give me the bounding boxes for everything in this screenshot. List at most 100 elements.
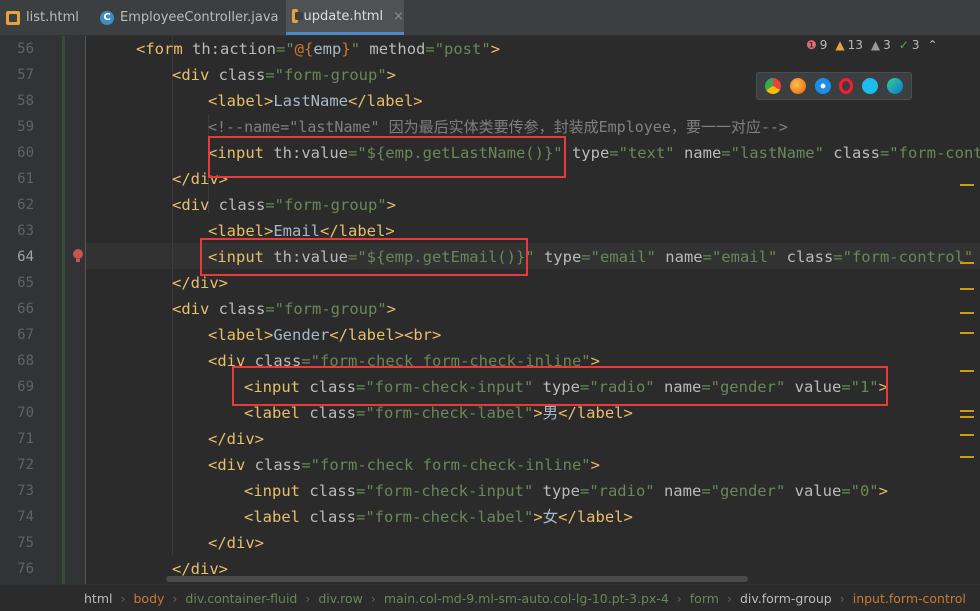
value: =" bbox=[276, 40, 295, 58]
inspection-widget[interactable]: ❶9 ▲ 13 ▲ 3 ✓ 3 ⌃ bbox=[806, 36, 938, 54]
line-number: 65 bbox=[17, 275, 34, 291]
attr: name bbox=[674, 144, 722, 162]
line-number: 56 bbox=[17, 41, 34, 57]
tab-update-html[interactable]: update.html × bbox=[286, 0, 404, 35]
tab-employee-controller[interactable]: C EmployeeController.java bbox=[94, 0, 284, 35]
code-line-74: <label class="form-check-label">女</label… bbox=[244, 504, 633, 530]
error-lightbulb-icon[interactable] bbox=[72, 248, 84, 264]
attr: class bbox=[218, 300, 266, 318]
code-line-62: <div class="form-group"> bbox=[172, 192, 396, 218]
attr: class bbox=[309, 404, 356, 422]
tab-list-html[interactable]: list.html bbox=[0, 0, 92, 35]
tag: > bbox=[533, 404, 543, 422]
value: ="form-group" bbox=[265, 196, 387, 214]
tag: <label bbox=[244, 508, 310, 526]
tag: > bbox=[386, 66, 397, 84]
html-file-icon bbox=[292, 9, 303, 23]
breadcrumb-item[interactable]: form bbox=[690, 591, 719, 606]
value: ="form-group" bbox=[265, 66, 387, 84]
warning-count: ▲ 13 bbox=[835, 38, 863, 52]
breadcrumb-item[interactable]: body bbox=[133, 591, 164, 606]
code-line-71: </div> bbox=[208, 430, 264, 448]
attr: type bbox=[562, 144, 610, 162]
value: ="post" bbox=[425, 40, 491, 58]
line-number: 70 bbox=[17, 405, 34, 421]
editor-tab-bar: list.html C EmployeeController.java upda… bbox=[0, 0, 980, 36]
edge-icon[interactable] bbox=[886, 78, 903, 94]
value: ="lastName" bbox=[721, 144, 824, 162]
line-number: 74 bbox=[17, 509, 34, 525]
warning-marker[interactable] bbox=[960, 262, 974, 264]
breadcrumb-item[interactable]: input.form-control bbox=[853, 591, 966, 606]
line-number: 59 bbox=[17, 119, 34, 135]
value: ="0" bbox=[841, 482, 879, 500]
ie-icon[interactable] bbox=[861, 78, 878, 94]
attr: class bbox=[823, 144, 880, 162]
line-number: 62 bbox=[17, 197, 34, 213]
tag: <input bbox=[244, 482, 310, 500]
expr: @{ bbox=[294, 40, 314, 58]
value: ="form-control" bbox=[833, 248, 974, 266]
tag: > bbox=[533, 508, 543, 526]
code-line-56: <form th:action="@{emp}" method="post"> bbox=[136, 36, 500, 62]
tag: <label bbox=[244, 404, 310, 422]
code-area[interactable]: <form th:action="@{emp}" method="post"> … bbox=[100, 36, 980, 584]
attr: name bbox=[655, 248, 703, 266]
attr: value bbox=[785, 482, 842, 500]
tag: > bbox=[490, 40, 501, 58]
weak-warning-count: ▲ 3 bbox=[870, 38, 891, 52]
chevron-up-icon[interactable]: ⌃ bbox=[928, 38, 938, 52]
value: ="gender" bbox=[701, 482, 786, 500]
opera-icon[interactable] bbox=[839, 78, 854, 94]
warning-marker[interactable] bbox=[960, 416, 974, 418]
error-count: ❶9 bbox=[806, 38, 828, 52]
value: " bbox=[350, 40, 361, 58]
tag: <div bbox=[172, 300, 219, 318]
breadcrumb-item[interactable]: html bbox=[84, 591, 112, 606]
attr: name bbox=[654, 482, 702, 500]
code-line-57: <div class="form-group"> bbox=[172, 62, 396, 88]
warning-marker[interactable] bbox=[960, 332, 974, 334]
tag: </label> bbox=[558, 404, 633, 422]
line-number: 75 bbox=[17, 535, 34, 551]
breadcrumb-item[interactable]: div.row bbox=[318, 591, 363, 606]
line-number: 66 bbox=[17, 301, 34, 317]
value: ="form-check-label" bbox=[356, 404, 534, 422]
error-stripe[interactable] bbox=[960, 36, 980, 584]
warning-marker[interactable] bbox=[960, 410, 974, 412]
tag: </label><br> bbox=[329, 326, 442, 344]
open-in-browser-toolbar bbox=[756, 72, 912, 100]
warning-marker[interactable] bbox=[960, 312, 974, 314]
tag: > bbox=[386, 196, 397, 214]
attr: type bbox=[534, 248, 582, 266]
tag: > bbox=[590, 456, 600, 474]
code-editor[interactable]: 56 57 58 59 60 61 62 63 64 65 66 67 68 6… bbox=[0, 36, 980, 584]
line-number: 67 bbox=[17, 327, 34, 343]
value: ="form-check form-check-inline" bbox=[301, 456, 591, 474]
firefox-icon[interactable] bbox=[789, 78, 806, 94]
safari-icon[interactable] bbox=[814, 78, 831, 94]
chrome-icon[interactable] bbox=[765, 78, 782, 94]
highlight-box-line-69 bbox=[232, 366, 888, 406]
breadcrumb-item[interactable]: main.col-md-9.ml-sm-auto.col-lg-10.pt-3.… bbox=[384, 591, 669, 606]
line-number: 58 bbox=[17, 93, 34, 109]
code-line-67: <label>Gender</label><br> bbox=[208, 322, 441, 348]
value: ="form-check-label" bbox=[356, 508, 534, 526]
warning-marker[interactable] bbox=[960, 370, 974, 372]
tag: > bbox=[386, 300, 397, 318]
tag: <label> bbox=[208, 326, 274, 344]
breadcrumb: html › body › div.container-fluid › div.row… bbox=[0, 584, 980, 611]
tab-label: update.html bbox=[303, 8, 384, 24]
warning-marker[interactable] bbox=[960, 184, 974, 186]
value: ="email" bbox=[581, 248, 656, 266]
warning-marker[interactable] bbox=[960, 456, 974, 458]
horizontal-scrollbar[interactable] bbox=[166, 576, 748, 582]
html-file-icon bbox=[6, 10, 20, 25]
warning-marker[interactable] bbox=[960, 434, 974, 436]
warning-marker[interactable] bbox=[960, 288, 974, 290]
line-number: 69 bbox=[17, 379, 34, 395]
breadcrumb-item[interactable]: div.container-fluid bbox=[185, 591, 297, 606]
tag: <div bbox=[172, 196, 219, 214]
breadcrumb-item[interactable]: div.form-group bbox=[740, 591, 832, 606]
close-tab-icon[interactable]: × bbox=[393, 9, 404, 24]
